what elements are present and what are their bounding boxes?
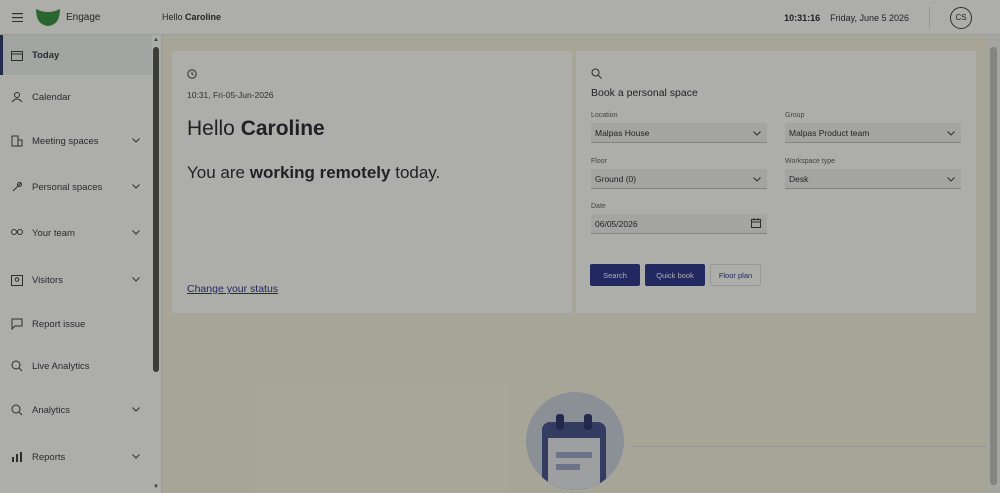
sidebar-item-your-team[interactable]: Your team — [0, 213, 152, 253]
sidebar-item-label: Calendar — [32, 91, 71, 103]
search-button[interactable]: Search — [590, 264, 640, 286]
sidebar-item-label: Analytics — [32, 404, 71, 416]
app-name: Engage — [66, 11, 101, 23]
reports-icon — [10, 450, 24, 464]
search-icon — [591, 66, 602, 84]
floor-select[interactable]: Ground (0) — [591, 169, 767, 189]
chevron-down-icon — [753, 174, 761, 184]
floor-label: Floor — [591, 158, 607, 165]
work-status: You are working remotely today. — [187, 163, 441, 182]
top-greeting: Hello Caroline — [162, 12, 222, 22]
today-icon — [10, 48, 24, 62]
group-select[interactable]: Malpas Product team — [785, 123, 961, 143]
team-icon — [10, 226, 24, 240]
app-logo[interactable]: Engage — [34, 7, 162, 27]
chevron-down-icon — [132, 451, 140, 462]
sidebar-item-today[interactable]: Today — [0, 35, 152, 75]
change-status-link[interactable]: Change your status — [187, 283, 278, 295]
sidebar: Today Calendar Meeting spaces Personal s… — [0, 35, 162, 493]
pin-icon — [10, 180, 24, 194]
chevron-down-icon — [132, 404, 140, 415]
workspace-type-select[interactable]: Desk — [785, 169, 961, 189]
sidebar-item-label: Personal spaces — [32, 181, 103, 193]
scroll-down-icon[interactable]: ▼ — [153, 484, 159, 490]
chevron-down-icon — [947, 128, 955, 138]
date-input[interactable]: 06/05/2026 — [591, 214, 767, 234]
scroll-up-icon[interactable]: ▲ — [153, 37, 159, 43]
divider — [929, 6, 930, 29]
booking-card: Book a personal space Location Malpas Ho… — [576, 51, 976, 313]
sidebar-item-label: Your team — [32, 227, 75, 239]
menu-icon[interactable] — [0, 0, 34, 35]
empty-calendar-illustration — [526, 392, 624, 490]
sidebar-item-label: Reports — [32, 451, 66, 463]
sidebar-scrollbar[interactable] — [153, 47, 159, 372]
sidebar-item-label: Meeting spaces — [32, 135, 99, 147]
main-scrollbar[interactable] — [987, 35, 1000, 493]
top-bar: Engage Hello Caroline 10:31:16 Friday, J… — [0, 0, 1000, 35]
chevron-down-icon — [132, 227, 140, 238]
workspace-type-label: Workspace type — [785, 158, 836, 165]
welcome-greeting: Hello Caroline — [187, 117, 325, 140]
welcome-datetime: 10:31, Fri-05-Jun-2026 — [187, 90, 274, 100]
engage-logo-icon — [36, 9, 60, 26]
chevron-down-icon — [132, 274, 140, 285]
analytics-icon — [10, 403, 24, 417]
clock-icon — [187, 66, 197, 84]
calendar-icon[interactable] — [751, 218, 761, 230]
floor-plan-button[interactable]: Floor plan — [710, 264, 761, 286]
visitor-icon — [10, 273, 24, 287]
sidebar-item-calendar[interactable]: Calendar — [0, 77, 152, 117]
building-icon — [10, 134, 24, 148]
avatar[interactable]: CS — [950, 6, 972, 29]
sidebar-item-visitors[interactable]: Visitors — [0, 260, 152, 300]
sidebar-item-label: Visitors — [32, 274, 63, 286]
sidebar-item-label: Today — [32, 49, 60, 61]
chevron-down-icon — [947, 174, 955, 184]
sidebar-item-meeting-spaces[interactable]: Meeting spaces — [0, 121, 152, 161]
sidebar-item-personal-spaces[interactable]: Personal spaces — [0, 167, 152, 207]
welcome-card: 10:31, Fri-05-Jun-2026 Hello Caroline Yo… — [172, 51, 572, 313]
chevron-down-icon — [132, 181, 140, 192]
calendar-icon — [10, 90, 24, 104]
sidebar-item-label: Report issue — [32, 318, 86, 330]
sidebar-item-analytics[interactable]: Analytics — [0, 390, 152, 430]
clock: 10:31:16 — [784, 12, 821, 23]
live-analytics-icon — [10, 359, 24, 373]
sidebar-item-live-analytics[interactable]: Live Analytics — [0, 346, 152, 386]
sidebar-item-report-issue[interactable]: Report issue — [0, 304, 152, 344]
current-date: Friday, June 5 2026 — [830, 12, 909, 23]
group-label: Group — [785, 112, 805, 119]
chevron-down-icon — [132, 135, 140, 146]
date-label: Date — [591, 203, 606, 210]
divider — [630, 446, 990, 447]
chevron-down-icon — [753, 128, 761, 138]
main-scrollbar-thumb[interactable] — [990, 47, 997, 485]
report-icon — [10, 317, 24, 331]
quick-book-button[interactable]: Quick book — [645, 264, 705, 286]
location-select[interactable]: Malpas House — [591, 123, 767, 143]
sidebar-item-label: Live Analytics — [32, 360, 90, 372]
booking-title: Book a personal space — [591, 87, 698, 99]
sidebar-item-reports[interactable]: Reports — [0, 437, 152, 477]
location-label: Location — [591, 112, 618, 119]
